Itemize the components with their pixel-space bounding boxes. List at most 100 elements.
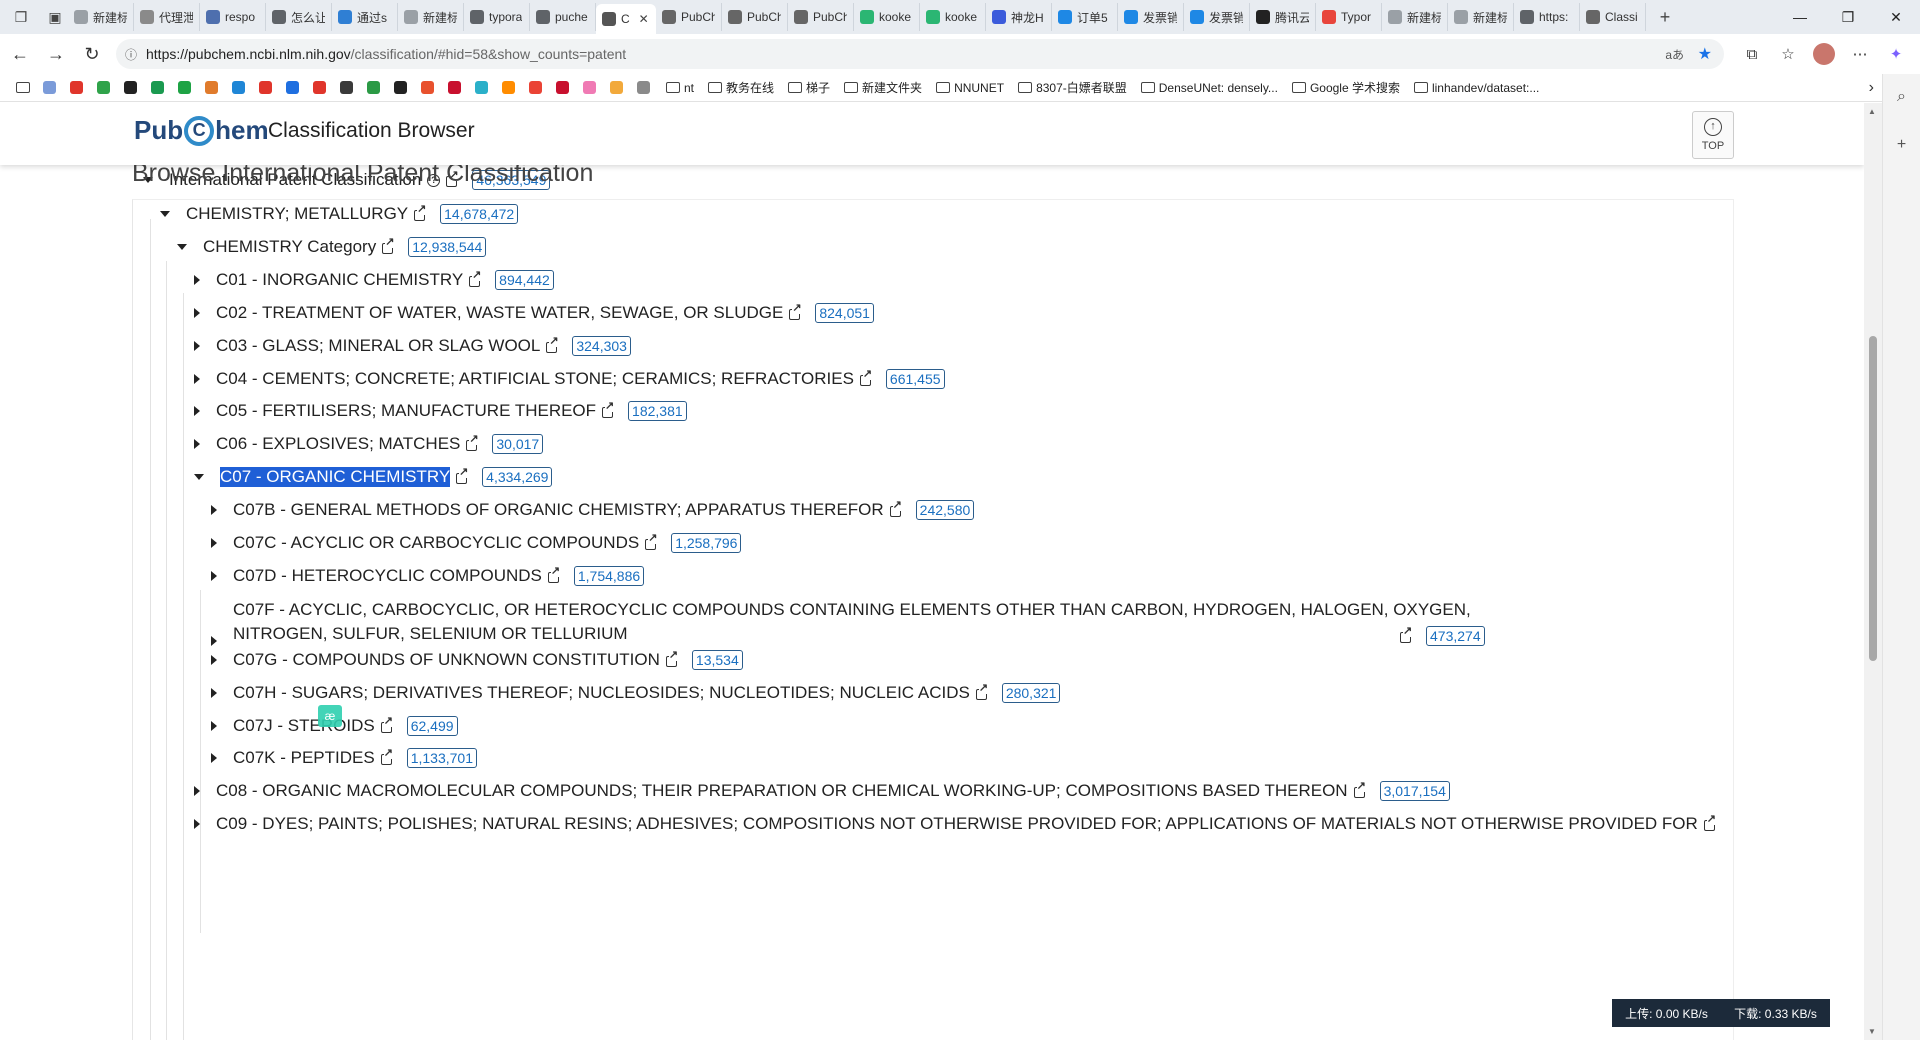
count-badge[interactable]: 182,381	[628, 401, 687, 421]
restore-button[interactable]: ❐	[1824, 0, 1872, 34]
scrollbar-thumb[interactable]	[1869, 336, 1877, 661]
bookmark-favicon[interactable]	[281, 77, 303, 99]
bookmark-item[interactable]: DenseUNet: densely...	[1135, 77, 1284, 99]
external-link-icon[interactable]	[466, 433, 479, 451]
bookmark-item[interactable]: 新建文件夹	[838, 77, 928, 99]
count-badge[interactable]: 894,442	[495, 270, 554, 290]
node-label[interactable]: C07C - ACYCLIC OR CARBOCYCLIC COMPOUNDS	[233, 533, 639, 553]
bookmark-favicon[interactable]	[524, 77, 546, 99]
browser-tab[interactable]: 新建标	[398, 3, 464, 31]
count-badge[interactable]: 242,580	[915, 500, 975, 520]
caret-down-icon[interactable]	[194, 474, 204, 480]
bookmark-favicon[interactable]	[443, 77, 465, 99]
external-link-icon[interactable]	[859, 368, 873, 386]
external-link-icon[interactable]	[645, 532, 658, 550]
extensions-icon[interactable]: ⧉	[1736, 38, 1768, 70]
external-link-icon[interactable]	[889, 499, 902, 517]
tree-node-subclass[interactable]: C07F - ACYCLIC, CARBOCYCLIC, OR HETEROCY…	[211, 598, 1543, 646]
count-badge[interactable]: 13,534	[691, 650, 743, 670]
bookmark-favicon[interactable]	[254, 77, 276, 99]
caret-right-icon[interactable]	[211, 688, 217, 698]
tree-node-class[interactable]: C08 - ORGANIC MACROMOLECULAR COMPOUNDS; …	[194, 780, 1450, 801]
browser-tab[interactable]: Classi	[1580, 3, 1646, 31]
browser-tab[interactable]: 发票销	[1184, 3, 1250, 31]
bookmark-item[interactable]: 8307-白嫖者联盟	[1012, 77, 1133, 99]
tree-node-class[interactable]: C02 - TREATMENT OF WATER, WASTE WATER, S…	[194, 302, 874, 323]
more-menu-icon[interactable]: ⋯	[1844, 38, 1876, 70]
browser-tab[interactable]: PubCh	[722, 3, 788, 31]
tree-node-class[interactable]: C01 - INORGANIC CHEMISTRY 894,442	[194, 269, 554, 290]
node-label[interactable]: C09 - DYES; PAINTS; POLISHES; NATURAL RE…	[216, 814, 1698, 834]
back-button[interactable]: ←	[2, 38, 38, 70]
node-label[interactable]: C03 - GLASS; MINERAL OR SLAG WOOL	[216, 336, 540, 356]
tree-node-category[interactable]: CHEMISTRY Category 12,938,544	[177, 236, 487, 257]
scroll-down-arrow[interactable]: ▼	[1868, 1027, 1876, 1036]
count-badge[interactable]: 62,499	[406, 716, 458, 736]
caret-right-icon[interactable]	[211, 571, 217, 581]
bookmark-favicon[interactable]	[200, 77, 222, 99]
scroll-up-arrow[interactable]: ▲	[1868, 107, 1876, 116]
tree-node-subclass[interactable]: C07K - PEPTIDES 1,133,701	[211, 747, 478, 768]
browser-tab[interactable]: PubCh	[656, 3, 722, 31]
browser-tab[interactable]: 新建标	[68, 3, 134, 31]
page-scrollbar[interactable]: ▲ ▼	[1864, 103, 1882, 1040]
caret-right-icon[interactable]	[194, 406, 200, 416]
external-link-icon[interactable]	[1353, 780, 1366, 798]
bookmark-favicon[interactable]	[146, 77, 168, 99]
browser-tab[interactable]: kooke	[854, 3, 920, 31]
external-link-icon[interactable]	[414, 203, 427, 221]
browser-tab[interactable]: 通过s	[332, 3, 398, 31]
count-badge[interactable]: 12,938,544	[408, 237, 487, 257]
bookmark-favicon[interactable]	[632, 77, 654, 99]
tab-actions-icon[interactable]: ▣	[42, 4, 68, 30]
close-tab-icon[interactable]: ✕	[639, 12, 649, 26]
node-label[interactable]: C07K - PEPTIDES	[233, 748, 375, 768]
caret-down-icon[interactable]	[160, 211, 170, 217]
browser-tab[interactable]: 新建标	[1448, 3, 1514, 31]
read-aloud-icon[interactable]: aあ	[1665, 46, 1684, 63]
browser-tab[interactable]: C ✕	[596, 4, 656, 34]
bookmark-item[interactable]: 梯子	[782, 77, 836, 99]
tree-node-subclass[interactable]: C07H - SUGARS; DERIVATIVES THEREOF; NUCL…	[211, 682, 1061, 703]
count-badge[interactable]: 14,678,472	[440, 204, 519, 224]
caret-right-icon[interactable]	[194, 819, 200, 829]
bookmark-favicon[interactable]	[92, 77, 114, 99]
profile-avatar[interactable]	[1813, 43, 1835, 65]
node-label[interactable]: C06 - EXPLOSIVES; MATCHES	[216, 434, 460, 454]
external-link-icon[interactable]	[380, 747, 393, 765]
bookmark-favicon[interactable]	[38, 77, 60, 99]
caret-right-icon[interactable]	[194, 439, 200, 449]
caret-right-icon[interactable]	[211, 753, 217, 763]
count-badge[interactable]: 3,017,154	[1379, 781, 1450, 801]
browser-tab[interactable]: puche	[530, 3, 596, 31]
bookmark-item[interactable]: nt	[660, 77, 700, 99]
browser-tab[interactable]: 怎么让	[266, 3, 332, 31]
count-badge[interactable]: 1,754,886	[573, 566, 645, 586]
node-label[interactable]: C07G - COMPOUNDS OF UNKNOWN CONSTITUTION	[233, 650, 660, 670]
external-link-icon[interactable]	[382, 236, 395, 254]
external-link-icon[interactable]	[547, 565, 561, 583]
count-badge[interactable]: 473,274	[1426, 626, 1485, 646]
bookmark-favicon[interactable]	[551, 77, 573, 99]
bookmarks-overflow-icon[interactable]: ›	[1869, 79, 1874, 97]
bookmark-favicon[interactable]	[470, 77, 492, 99]
browser-tab[interactable]: 新建标	[1382, 3, 1448, 31]
count-badge[interactable]: 661,455	[885, 369, 945, 389]
node-label[interactable]: CHEMISTRY Category	[203, 237, 376, 257]
tree-node-class[interactable]: C05 - FERTILISERS; MANUFACTURE THEREOF 18…	[194, 400, 687, 421]
browser-tab[interactable]: https:	[1514, 3, 1580, 31]
caret-right-icon[interactable]	[194, 341, 200, 351]
count-badge[interactable]: 1,258,796	[671, 533, 742, 553]
node-label[interactable]: C07D - HETEROCYCLIC COMPOUNDS	[233, 566, 542, 586]
ocr-overlay-badge[interactable]: æ	[318, 705, 342, 727]
bookmark-favicon[interactable]	[119, 77, 141, 99]
node-label[interactable]: C04 - CEMENTS; CONCRETE; ARTIFICIAL STON…	[216, 369, 854, 389]
bookmark-favicon[interactable]	[605, 77, 627, 99]
sidebar-add-icon[interactable]: +	[1883, 136, 1920, 154]
bookmark-favicon[interactable]	[416, 77, 438, 99]
bookmark-item[interactable]: NNUNET	[930, 77, 1010, 99]
tree-node-subclass[interactable]: C07D - HETEROCYCLIC COMPOUNDS 1,754,886	[211, 565, 645, 586]
node-label[interactable]: C07 - ORGANIC CHEMISTRY	[220, 467, 451, 487]
new-tab-button[interactable]: +	[1652, 7, 1678, 28]
external-link-icon[interactable]	[546, 335, 559, 353]
